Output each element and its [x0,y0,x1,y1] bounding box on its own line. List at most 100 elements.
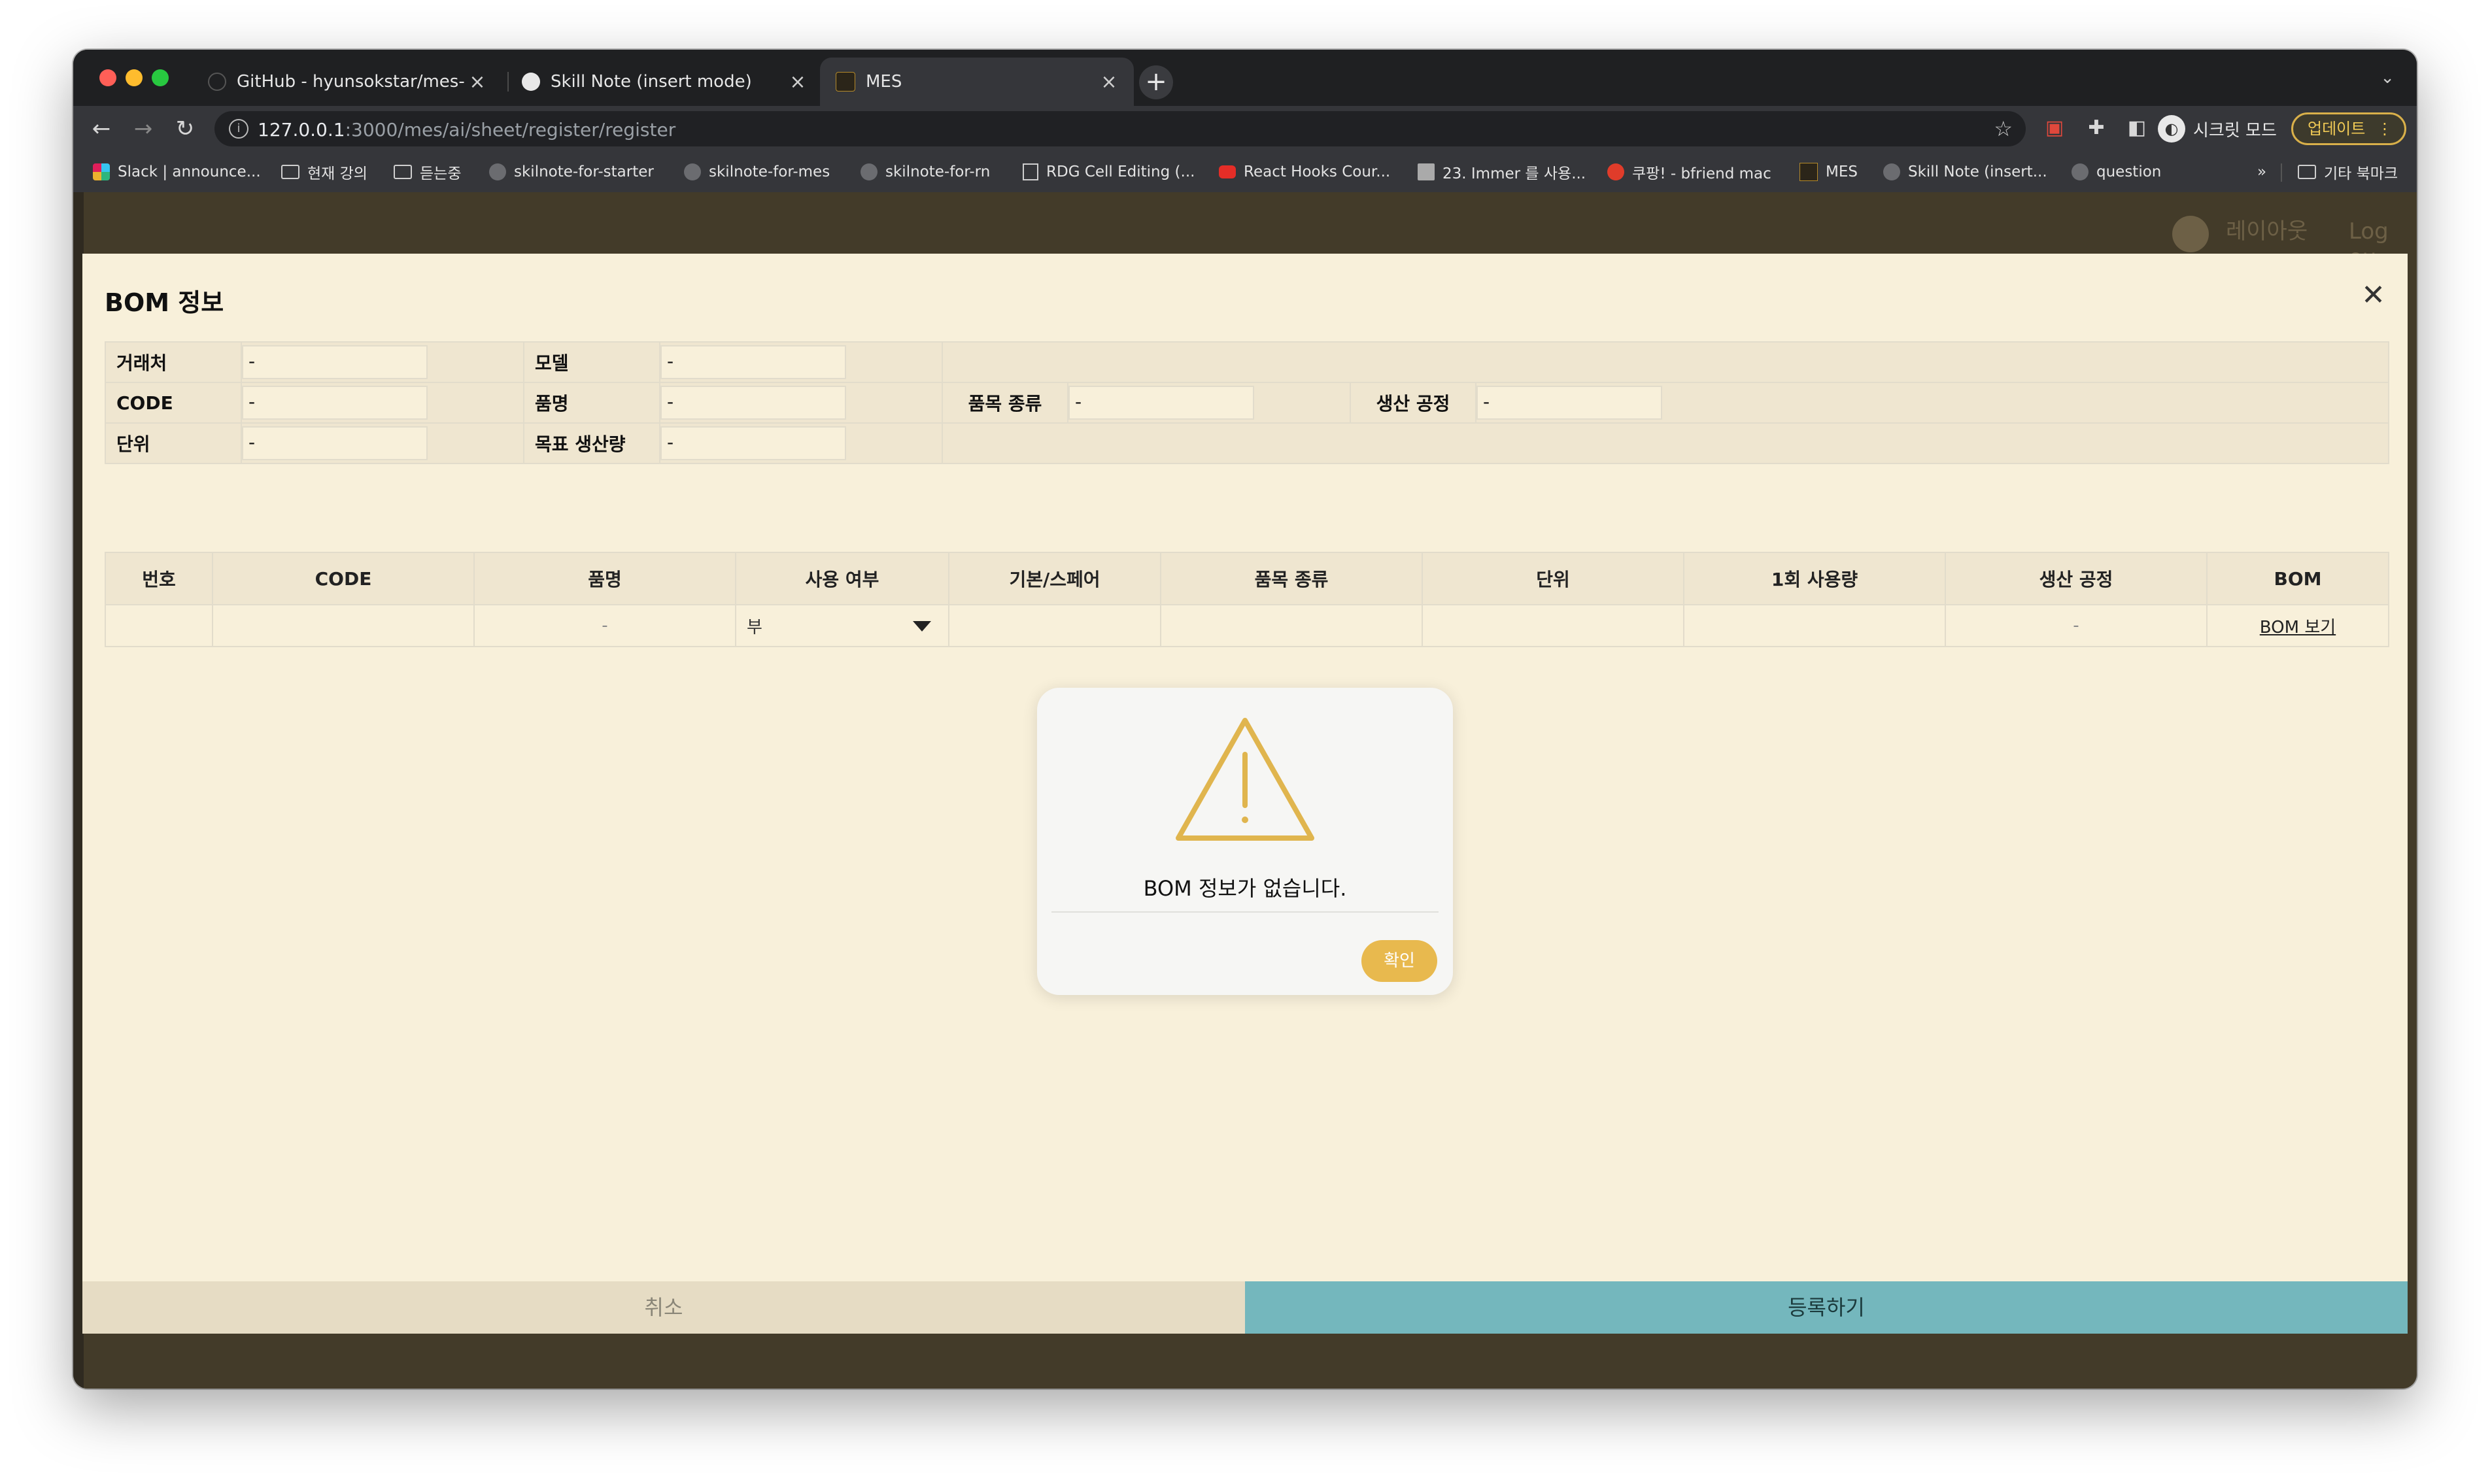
youtube-icon [1219,165,1236,178]
bookmark-item[interactable]: skilnote-for-starter [489,161,654,183]
cell-name[interactable]: - [473,604,736,647]
name-label: 품명 [523,382,660,424]
bookmark-item[interactable]: question [2072,161,2161,183]
bookmark-item[interactable]: skilnote-for-mes [684,161,830,183]
register-button[interactable]: 등록하기 [1245,1281,2408,1334]
update-button[interactable]: 업데이트 ⋮ [2291,112,2406,145]
model-field[interactable]: - [660,345,846,379]
alert-dialog: BOM 정보가 없습니다. 확인 [1037,688,1453,995]
column-header: 단위 [1422,552,1684,605]
process-field[interactable]: - [1476,386,1662,420]
column-header: 품목 종류 [1160,552,1423,605]
name-field[interactable]: - [660,386,846,420]
bookmark-item[interactable]: 듣는중 [394,161,461,183]
customer-label: 거래처 [105,341,242,383]
tab-mes[interactable]: MES × [820,58,1134,106]
address-bar[interactable]: i 127.0.0.1:3000/mes/ai/sheet/register/r… [214,111,2026,146]
tab-strip: GitHub - hyunsokstar/mes-pro × Skill Not… [73,50,2417,106]
type-field[interactable]: - [1068,386,1254,420]
cell-code[interactable] [212,604,475,647]
puzzle-icon[interactable]: ✚ [2085,116,2108,140]
bookmark-item[interactable]: 23. Immer 를 사용... [1418,161,1586,183]
mes-icon [1799,163,1818,181]
cell-process[interactable]: - [1945,604,2208,647]
close-tab-icon[interactable]: × [785,71,811,93]
target-field[interactable]: - [660,426,846,460]
site-info-icon[interactable]: i [229,119,248,139]
process-label: 생산 공정 [1350,382,1476,424]
browser-window: GitHub - hyunsokstar/mes-pro × Skill Not… [73,50,2417,1389]
unit-label: 단위 [105,422,242,464]
browser-toolbar: ← → ↻ i 127.0.0.1:3000/mes/ai/sheet/regi… [73,106,2417,152]
unit-field[interactable]: - [242,426,428,460]
side-panel-icon[interactable]: ◧ [2125,116,2149,140]
bookmark-item[interactable]: Slack | announce... [93,161,261,183]
globe-icon [684,163,701,180]
folder-icon [281,165,299,179]
tab-title: Skill Note (insert mode) [551,72,752,92]
new-tab-button[interactable]: + [1139,65,1173,99]
column-header: BOM [2206,552,2389,605]
confirm-button[interactable]: 확인 [1361,940,1437,982]
column-header: 생산 공정 [1945,552,2208,605]
bookmark-item[interactable]: RDG Cell Editing (... [1023,161,1195,183]
folder-icon [394,165,412,179]
bom-table: 번호 CODE 품명 사용 여부 기본/스페어 품목 종류 단위 1회 사용량 … [105,552,2389,647]
cell-usage[interactable] [1683,604,1946,647]
column-header: 1회 사용량 [1683,552,1946,605]
bookmark-item[interactable]: React Hooks Cour... [1219,161,1390,183]
column-header: 기본/스페어 [948,552,1161,605]
avatar [2172,216,2209,252]
tab-skill-note[interactable]: Skill Note (insert mode) × [509,58,823,106]
divider [1051,911,1439,913]
layout-label: 레이아웃 [2226,218,2308,245]
cell-unit[interactable] [1422,604,1684,647]
bom-info-table: 거래처 - 모델 - CODE - 품명 - 품목 종류 - 생산 공정 - 단… [105,341,2389,464]
url-text: 127.0.0.1:3000/mes/ai/sheet/register/reg… [258,119,676,141]
bookmarks-overflow-icon[interactable]: » [2257,161,2266,183]
globe-icon [861,163,878,180]
bookmark-item[interactable]: 쿠팡! - bfriend mac [1607,161,1771,183]
cell-spare[interactable] [948,604,1161,647]
reload-icon[interactable]: ↻ [170,114,200,144]
customer-field[interactable]: - [242,345,428,379]
coupang-icon [1607,163,1624,180]
cell-type[interactable] [1160,604,1423,647]
column-header: 번호 [105,552,213,605]
bookmark-item[interactable]: Skill Note (insert... [1883,161,2047,183]
type-label: 품목 종류 [942,382,1068,424]
incognito-indicator[interactable]: ◐ 시크릿 모드 [2158,114,2277,144]
bookmarks-bar: Slack | announce... 현재 강의 듣는중 skilnote-f… [73,152,2417,194]
close-tab-icon[interactable]: × [1096,71,1122,93]
warning-icon [1176,718,1314,841]
tab-github[interactable]: GitHub - hyunsokstar/mes-pro × [188,58,502,106]
globe-icon [522,73,540,91]
tab-search-icon[interactable]: ⌄ [2380,68,2395,88]
incognito-icon: ◐ [2158,115,2185,143]
table-row: - 부 - BOM 보기 [105,604,2389,647]
tab-title: MES [866,72,902,92]
bookmark-item[interactable]: skilnote-for-rn [861,161,990,183]
bookmark-star-icon[interactable]: ☆ [1994,116,2013,141]
target-label: 목표 생산량 [523,422,660,464]
back-icon[interactable]: ← [86,114,116,144]
bookmark-item[interactable]: MES [1799,161,1858,183]
close-icon[interactable]: ✕ [2361,278,2385,312]
forward-icon[interactable]: → [128,114,158,144]
model-label: 모델 [523,341,660,383]
tab-title: GitHub - hyunsokstar/mes-pro [237,72,464,92]
close-tab-icon[interactable]: × [464,71,490,93]
close-window-button[interactable] [99,69,116,86]
use-select[interactable]: 부 [735,604,949,647]
column-header: CODE [212,552,475,605]
code-field[interactable]: - [242,386,428,420]
cell-no[interactable] [105,604,213,647]
maximize-window-button[interactable] [152,69,169,86]
extension-icon[interactable]: ▣ [2043,116,2066,140]
bookmark-item[interactable]: 현재 강의 [281,161,367,183]
cancel-button[interactable]: 취소 [82,1281,1245,1334]
page-content: 레이아웃 Log ou BOM 정보 ✕ 거래처 - 모델 - CODE - 품… [73,192,2417,1389]
view-bom-link[interactable]: BOM 보기 [2206,604,2389,647]
other-bookmarks[interactable]: 기타 북마크 [2298,161,2398,183]
minimize-window-button[interactable] [126,69,143,86]
